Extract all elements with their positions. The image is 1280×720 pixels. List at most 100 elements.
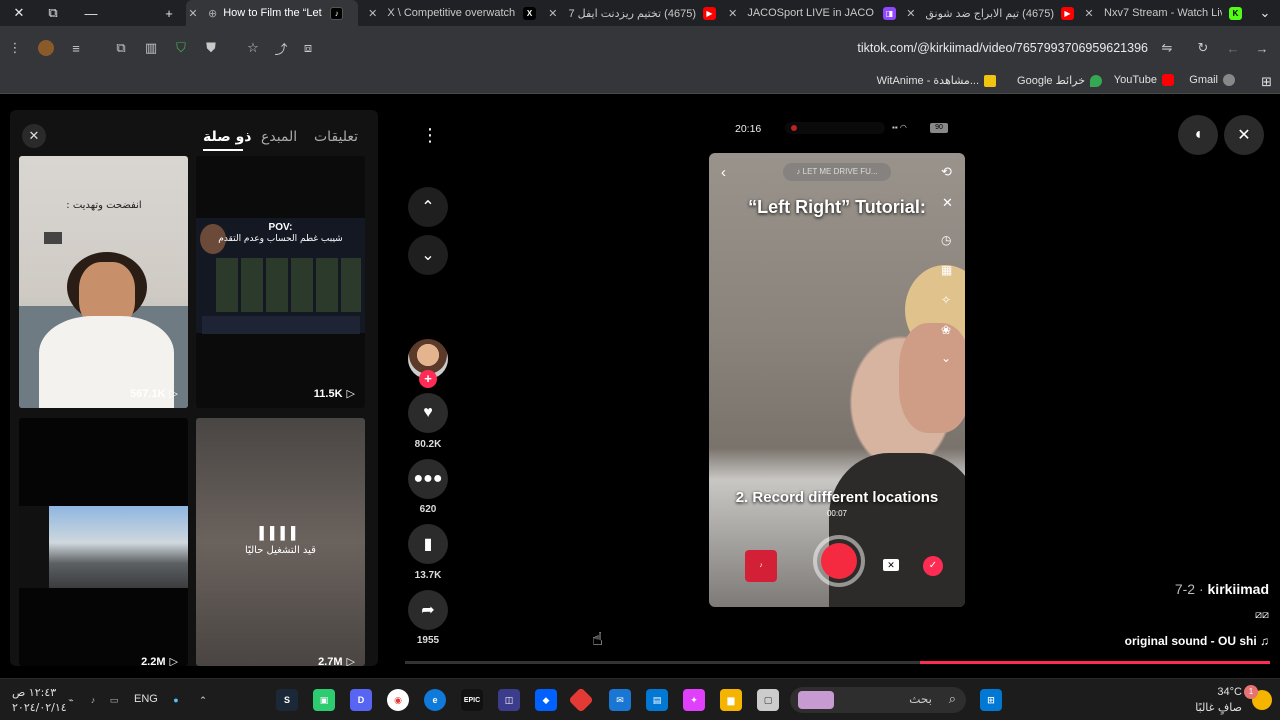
globe-icon (1223, 74, 1235, 86)
bookmark-google-maps[interactable]: Google خرائط (1017, 74, 1102, 87)
app-icon-2[interactable]: ◫ (498, 689, 520, 711)
video-progress-bar[interactable] (405, 661, 1270, 664)
tab-twitch[interactable]: ✕ JACOSport LIVE in JACO - ◨ (726, 0, 896, 26)
game-icon[interactable] (568, 687, 594, 713)
tab-tiktok[interactable]: ✕ ⊕ How to Film the “Let M ♪ (186, 0, 358, 26)
tab-youtube-1[interactable]: ✕ (4675) تختيم ريزدنت ايفل 7 ▶ (546, 0, 716, 26)
reading-list-icon[interactable]: ≡ (66, 38, 86, 58)
chrome-icon[interactable]: ◉ (387, 689, 409, 711)
restore-window-button[interactable]: ⧉ (34, 0, 72, 26)
extensions-icon[interactable]: ⧉ (111, 38, 131, 58)
bookmark-label: WitAnime - مشاهدة... (876, 75, 979, 87)
screenshot-icon[interactable]: ⧈ (298, 38, 318, 58)
comment-count: 620 (419, 504, 437, 515)
minimize-window-button[interactable]: — (72, 0, 110, 26)
close-tab-icon[interactable]: ✕ (186, 7, 200, 20)
reload-icon[interactable]: ↻ (1193, 38, 1213, 58)
file-explorer-icon[interactable]: ▆ (720, 689, 742, 711)
youtube-icon: ▶ (703, 6, 716, 20)
back-icon[interactable]: ← (1223, 38, 1243, 58)
store-icon[interactable]: ▤ (646, 689, 668, 711)
weather-desc: صافٍ غالبًا (1195, 701, 1242, 714)
close-tab-icon[interactable]: ✕ (726, 7, 739, 20)
comment-button[interactable]: ●●● (408, 459, 448, 499)
close-panel-button[interactable]: ✕ (22, 124, 46, 148)
previous-video-button[interactable]: ⌃ (408, 187, 448, 227)
display-icon[interactable]: ▭ (103, 689, 125, 711)
tab-creator[interactable]: المبدع (261, 129, 297, 145)
related-video-4-now-playing[interactable]: ▌▌▌▌ قيد التشغيل حاليًا 2.7M ▷ (196, 418, 365, 666)
related-video-2[interactable]: POV: شيبب غطم الحساب وعدم التقدم 11.5K ▷ (196, 156, 365, 408)
tab-title: (4675) تختيم ريزدنت ايفل 7 (568, 7, 696, 20)
input-language[interactable]: ENG (134, 693, 158, 705)
volume-icon[interactable]: ◖ (1178, 115, 1218, 155)
share-icon[interactable]: ⤴ (271, 38, 291, 58)
new-tab-button[interactable]: + (150, 0, 188, 26)
bookmark-youtube[interactable]: YouTube (1114, 74, 1174, 86)
video-player[interactable]: ‹ ♪ LET ME DRIVE FU... ⟲ “Left Right” Tu… (709, 153, 965, 607)
app-icon-3[interactable]: ▢ (757, 689, 779, 711)
share-button[interactable]: ➦ (408, 590, 448, 630)
bookmark-witanime[interactable]: WitAnime - مشاهدة... (877, 74, 996, 87)
sound-line[interactable]: original sound - OU shi ♫ (1125, 634, 1269, 648)
dynamic-island (785, 122, 885, 134)
tab-kick[interactable]: ✕ Nxv7 Stream - Watch Live K (1082, 0, 1252, 26)
profile-avatar[interactable] (36, 38, 56, 58)
related-video-3[interactable]: 2.2M ▷ (19, 418, 188, 666)
mail-icon[interactable]: ✉ (609, 689, 631, 711)
related-video-1[interactable]: : انفضحت وتهديت 567.1K ▷ (19, 156, 188, 408)
bookmark-gmail[interactable]: Gmail (1189, 74, 1235, 86)
windows-start-icon[interactable]: ⊞ (980, 689, 1002, 711)
edge-icon[interactable]: e (424, 689, 446, 711)
extension-icon[interactable]: ▥ (141, 38, 161, 58)
like-button[interactable]: ♥ (408, 393, 448, 433)
steam-icon[interactable]: S (276, 689, 298, 711)
site-settings-icon[interactable]: ⇋ (1157, 38, 1177, 58)
taskbar-search[interactable]: بحث ⌕ (790, 687, 966, 713)
video-caption-title: POV: (268, 222, 293, 233)
tiktok-page: ✕ تعليقات المبدع ذو صلة : انفضحت وتهديت … (0, 95, 1280, 678)
next-video-button[interactable]: ⌄ (408, 235, 448, 275)
bookmark-label: Google خرائط (1017, 75, 1085, 87)
close-tab-icon[interactable]: ✕ (366, 7, 379, 20)
copilot-icon[interactable]: ✦ (683, 689, 705, 711)
tray-overflow-icon[interactable]: ⌃ (192, 689, 214, 711)
close-video-button[interactable]: ✕ (1224, 115, 1264, 155)
menu-icon[interactable]: ⋮ (5, 38, 25, 58)
sound-name: original sound - OU shi (1124, 634, 1257, 648)
tab-comments[interactable]: تعليقات (314, 129, 358, 145)
forward-icon[interactable]: → (1252, 38, 1272, 58)
close-tab-icon[interactable]: ✕ (546, 7, 560, 20)
tab-search-icon[interactable]: ⌄ (1246, 0, 1280, 26)
author-name[interactable]: kirkiimad (1208, 581, 1269, 597)
app-icon[interactable]: ▣ (313, 689, 335, 711)
layout-icon: ▦ (941, 263, 953, 277)
clock-date[interactable]: ٢٠٢٤/٠٢/١٤ (12, 701, 67, 714)
network-icon[interactable]: ⌁ (60, 689, 82, 711)
twitch-icon: ◨ (883, 6, 896, 20)
epic-games-icon[interactable]: EPIC (461, 689, 483, 711)
close-window-button[interactable]: ✕ (0, 0, 38, 26)
video-title-text: “Left Right” Tutorial: (748, 197, 926, 217)
shield-icon[interactable]: ⛉ (171, 38, 191, 58)
weather-temp[interactable]: 34°C (1217, 686, 1242, 698)
star-icon[interactable]: ☆ (243, 38, 263, 58)
more-options-button[interactable]: ⋮ (410, 115, 450, 155)
save-button[interactable]: ▮ (408, 524, 448, 564)
flash-icon: ✕ (942, 195, 953, 210)
microphone-icon[interactable]: ● (165, 689, 187, 711)
clock-time[interactable]: ١٢:٤٣ ص (12, 686, 56, 699)
address-bar[interactable]: tiktok.com/@kirkiimad/video/765799370695… (857, 41, 1148, 55)
tab-x[interactable]: ✕ X \ Competitive overwatch X (366, 0, 536, 26)
security-icon[interactable]: ⛊ (201, 38, 221, 58)
tab-related[interactable]: ذو صلة (203, 129, 252, 145)
discord-icon[interactable]: D (350, 689, 372, 711)
close-tab-icon[interactable]: ✕ (1082, 7, 1096, 20)
back-chevron-icon: ‹ (721, 164, 726, 181)
follow-plus-icon[interactable]: + (419, 370, 437, 388)
apps-icon[interactable]: ⊞ (1261, 74, 1272, 90)
close-tab-icon[interactable]: ✕ (904, 7, 918, 20)
tab-youtube-2[interactable]: ✕ (4675) تيم الابراج ضد شونق ▶ (904, 0, 1074, 26)
speaker-icon[interactable]: ♪ (82, 689, 104, 711)
dropbox-icon[interactable]: ◆ (535, 689, 557, 711)
